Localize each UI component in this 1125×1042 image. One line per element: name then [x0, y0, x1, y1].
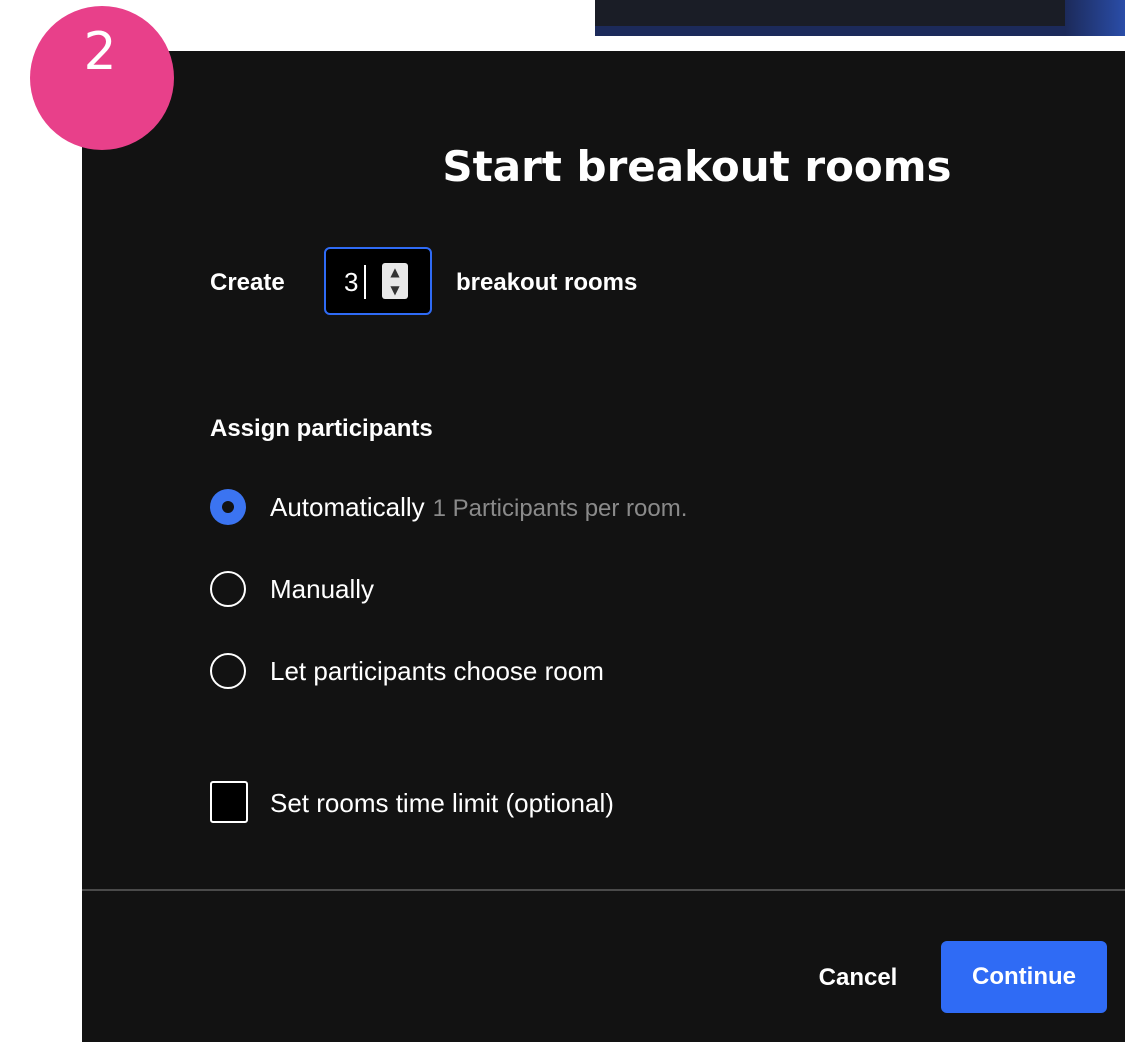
room-count-input[interactable]: 3 ▲ ▼ — [324, 247, 432, 315]
participants-per-room-hint: 1 Participants per room. — [432, 495, 688, 522]
assign-participants-heading: Assign participants — [210, 415, 433, 442]
radio-automatically[interactable] — [210, 489, 246, 525]
footer-divider — [82, 889, 1125, 891]
room-count-value: 3 — [344, 267, 359, 297]
create-label: Create — [210, 269, 285, 296]
time-limit-label[interactable]: Set rooms time limit (optional) — [270, 787, 614, 819]
breakout-rooms-dialog: Start breakout rooms Create 3 ▲ ▼ breako… — [82, 51, 1125, 1042]
step-number: 2 — [83, 22, 117, 82]
radio-manually[interactable] — [210, 571, 246, 607]
background-window-edge — [1065, 0, 1125, 36]
manually-label[interactable]: Manually — [270, 573, 374, 605]
spinner-up-icon[interactable]: ▲ — [382, 263, 408, 281]
room-count-spinner[interactable]: ▲ ▼ — [382, 263, 408, 299]
continue-button[interactable]: Continue — [941, 941, 1107, 1013]
background-window-panel — [595, 0, 1095, 26]
let-participants-choose-label[interactable]: Let participants choose room — [270, 655, 604, 687]
spinner-down-icon[interactable]: ▼ — [382, 281, 408, 299]
background-window — [595, 0, 1125, 36]
option-label-automatically[interactable]: Automatically 1 Participants per room. — [270, 491, 687, 525]
step-number-badge: 2 — [30, 6, 174, 150]
radio-let-participants-choose[interactable] — [210, 653, 246, 689]
automatically-label: Automatically — [270, 492, 425, 522]
time-limit-checkbox[interactable] — [210, 781, 248, 823]
dialog-title: Start breakout rooms — [442, 142, 952, 191]
cancel-button[interactable]: Cancel — [788, 942, 928, 1014]
text-caret — [364, 265, 366, 299]
breakout-rooms-label: breakout rooms — [456, 269, 638, 296]
